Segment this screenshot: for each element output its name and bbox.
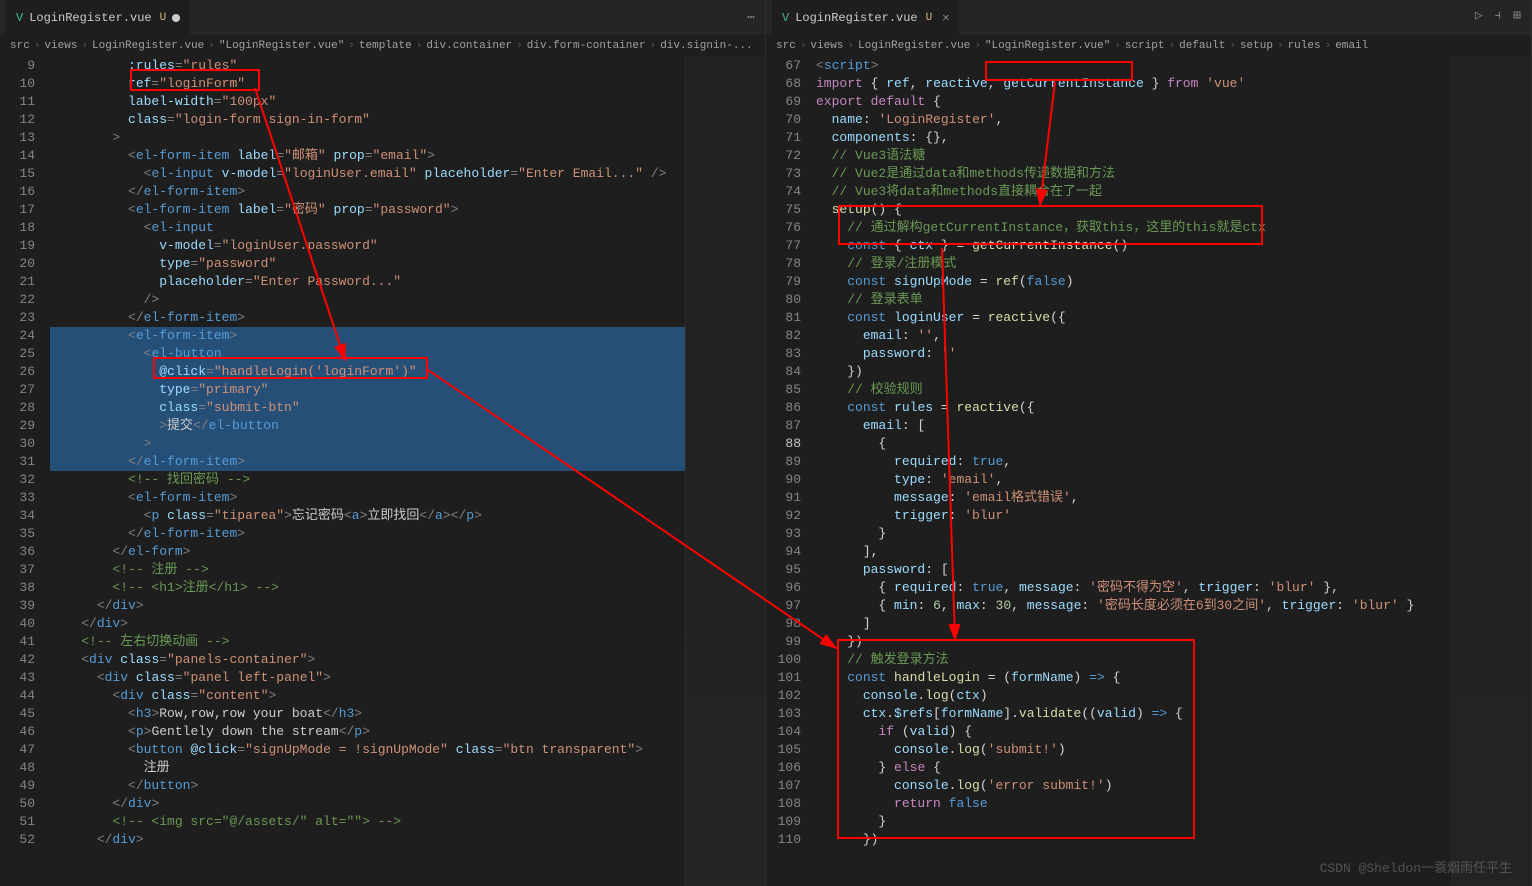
vue-icon: V xyxy=(782,11,789,25)
watermark: CSDN @Sheldon一蓑烟雨任平生 xyxy=(1320,857,1512,876)
tab-bar-right: V LoginRegister.vue U ✕ xyxy=(766,0,1531,35)
close-icon[interactable]: ✕ xyxy=(942,10,949,25)
editor-pane-left: V LoginRegister.vue U ⋯ src›views›LoginR… xyxy=(0,0,766,886)
line-gutter: 9101112131415161718192021222324252627282… xyxy=(0,57,50,886)
tab-modified: U xyxy=(926,12,933,24)
vue-icon: V xyxy=(16,11,23,25)
line-gutter: 6768697071727374757677787980818283848586… xyxy=(766,57,816,886)
top-actions: ▷ ⫞ ⊞ xyxy=(1475,8,1521,23)
tab-actions-left: ⋯ xyxy=(747,10,765,25)
editor-right[interactable]: 6768697071727374757677787980818283848586… xyxy=(766,57,1531,886)
tab-name: LoginRegister.vue xyxy=(29,11,151,25)
editor-pane-right: ▷ ⫞ ⊞ V LoginRegister.vue U ✕ src›views›… xyxy=(766,0,1532,886)
breadcrumb-left[interactable]: src›views›LoginRegister.vue›"LoginRegist… xyxy=(0,35,765,57)
code-area[interactable]: <script>import { ref, reactive, getCurre… xyxy=(816,57,1451,886)
tab-dirty-icon[interactable] xyxy=(172,14,180,22)
minimap-right[interactable] xyxy=(1451,57,1531,886)
minimap-left[interactable] xyxy=(685,57,765,886)
breadcrumb-right[interactable]: src›views›LoginRegister.vue›"LoginRegist… xyxy=(766,35,1531,57)
run-icon[interactable]: ▷ xyxy=(1475,8,1483,23)
tab-left[interactable]: V LoginRegister.vue U xyxy=(6,0,190,35)
more-icon[interactable]: ⋯ xyxy=(747,10,755,25)
tab-name: LoginRegister.vue xyxy=(795,11,917,25)
tab-right[interactable]: V LoginRegister.vue U ✕ xyxy=(772,0,959,35)
grid-icon[interactable]: ⊞ xyxy=(1513,8,1521,23)
editor-left[interactable]: 9101112131415161718192021222324252627282… xyxy=(0,57,765,886)
tab-modified: U xyxy=(160,12,167,24)
tab-bar-left: V LoginRegister.vue U ⋯ xyxy=(0,0,765,35)
code-area[interactable]: :rules="rules" ref="loginForm" label-wid… xyxy=(50,57,685,886)
split-icon[interactable]: ⫞ xyxy=(1495,8,1502,23)
